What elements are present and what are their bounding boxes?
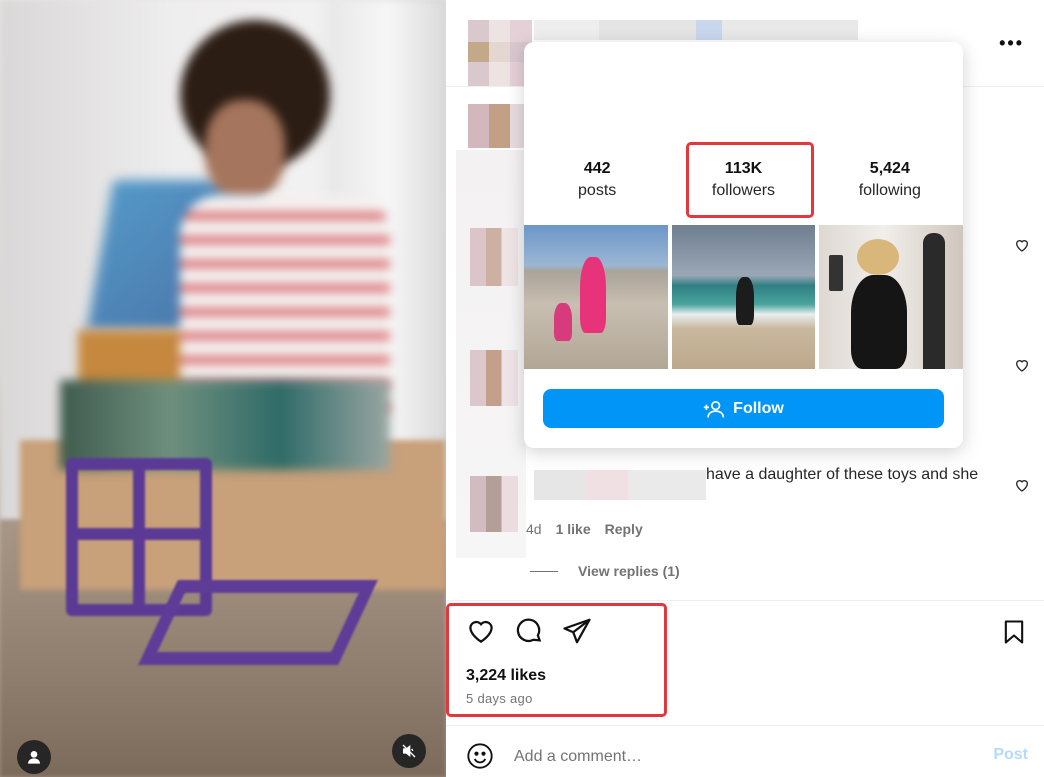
actions-divider xyxy=(446,600,1044,601)
replies-divider-line xyxy=(530,570,558,572)
comment-like-heart-icon[interactable] xyxy=(1014,357,1030,373)
follow-button[interactable]: Follow xyxy=(543,389,944,428)
comment-text: have a daughter of these toys and she xyxy=(706,466,979,483)
post-media[interactable] xyxy=(0,0,446,777)
censored-comment-username xyxy=(534,470,706,500)
stat-label: following xyxy=(858,182,921,199)
recent-post-thumbnail[interactable] xyxy=(524,225,668,369)
comment-like-heart-icon[interactable] xyxy=(1014,477,1030,493)
profile-hover-card: 442 posts 113K followers 5,424 following xyxy=(524,42,964,448)
recent-post-thumbnail[interactable] xyxy=(671,225,816,369)
more-options-button[interactable]: ••• xyxy=(999,34,1024,52)
person-icon xyxy=(28,751,40,764)
recent-posts-grid xyxy=(524,225,964,369)
stat-posts: 442 posts xyxy=(524,160,670,200)
stat-value: 5,424 xyxy=(869,160,910,177)
stat-following[interactable]: 5,424 following xyxy=(817,160,963,200)
recent-post-thumbnail[interactable] xyxy=(819,225,964,369)
smiley-icon[interactable] xyxy=(466,742,494,770)
add-person-icon xyxy=(704,400,725,418)
reply-button[interactable]: Reply xyxy=(605,521,643,537)
comment-meta: 4d 1 like Reply xyxy=(526,521,643,537)
stat-value: 442 xyxy=(583,160,611,177)
tagged-user-button[interactable] xyxy=(17,740,51,774)
comment-input[interactable] xyxy=(512,742,936,772)
post-button[interactable]: Post xyxy=(993,746,1028,764)
media-child-face xyxy=(205,100,285,200)
media-tile-pile xyxy=(60,380,390,470)
view-replies-button[interactable]: View replies (1) xyxy=(530,563,680,579)
speaker-muted-icon xyxy=(402,744,416,758)
comment-like-heart-icon[interactable] xyxy=(1014,237,1030,253)
follow-label: Follow xyxy=(733,399,784,417)
highlight-box-followers xyxy=(686,142,814,218)
view-replies-label: View replies (1) xyxy=(578,563,680,579)
media-purple-frame-tile xyxy=(138,580,378,665)
highlight-box-actions xyxy=(446,603,667,717)
comment-box-divider xyxy=(446,725,1044,726)
comment-like-count[interactable]: 1 like xyxy=(556,521,591,537)
censored-comment-avatars xyxy=(456,150,526,558)
stat-label: posts xyxy=(578,182,617,199)
comment-time: 4d xyxy=(526,521,542,537)
mute-button[interactable] xyxy=(392,734,426,768)
bookmark-icon[interactable] xyxy=(1000,618,1028,646)
